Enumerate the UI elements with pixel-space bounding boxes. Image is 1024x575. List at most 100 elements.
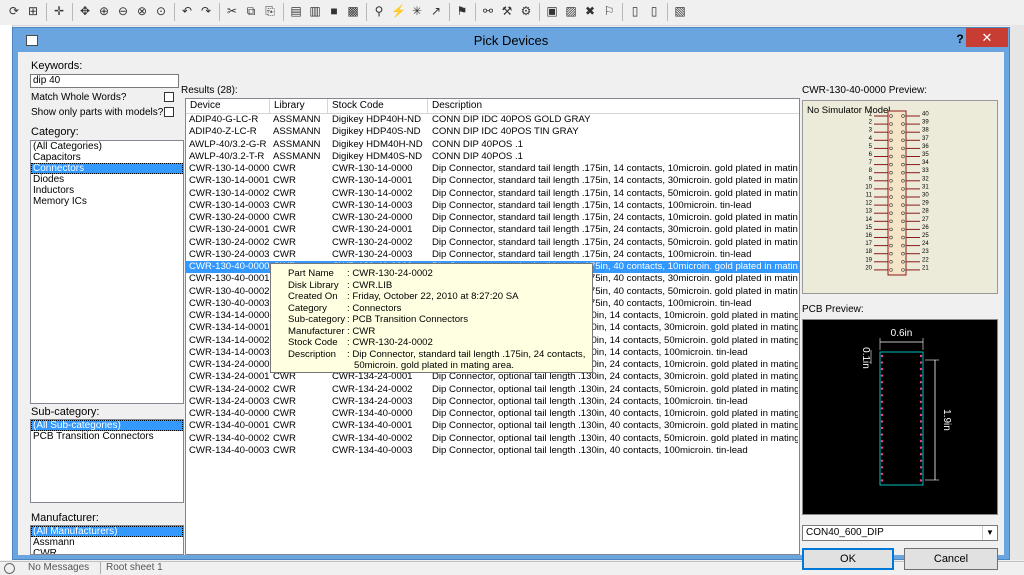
- toolbar-tool-icon[interactable]: ✥: [77, 3, 93, 19]
- toolbar-tool-icon[interactable]: ▩: [345, 3, 361, 19]
- library-cell: CWR: [273, 408, 296, 419]
- toolbar-tool-icon[interactable]: ⚯: [480, 3, 496, 19]
- toolbar-tool-icon[interactable]: ⊗: [134, 3, 150, 19]
- pin-number: 19: [865, 257, 872, 263]
- pad: [880, 361, 884, 364]
- category-list[interactable]: (All Categories) Capacitors Connectors Diod…: [30, 140, 184, 404]
- stock-code-cell: CWR-130-24-0000: [332, 212, 413, 223]
- subcategory-item[interactable]: (All Sub-categories): [31, 420, 183, 431]
- manufacturer-item[interactable]: Assmann: [31, 537, 183, 548]
- package-select[interactable]: CON40_600_DIP ▼: [802, 525, 998, 541]
- ok-button[interactable]: OK: [802, 548, 894, 570]
- manufacturer-list[interactable]: (All Manufacturers) Assmann CWR: [30, 525, 184, 555]
- table-row[interactable]: CWR-130-14-0000 CWR CWR-130-14-0000 Dip Con…: [186, 163, 799, 175]
- toolbar-tool-icon[interactable]: ⊖: [115, 3, 131, 19]
- subcategory-item[interactable]: PCB Transition Connectors: [31, 431, 183, 442]
- toolbar-tool-icon[interactable]: ✳: [409, 3, 425, 19]
- toolbar-tool-icon[interactable]: ⧉: [243, 3, 259, 19]
- toolbar-tool-icon[interactable]: ▣: [544, 3, 560, 19]
- show-models-checkbox[interactable]: [164, 107, 174, 117]
- table-row[interactable]: CWR-134-40-0001 CWR CWR-134-40-0001 Dip Con…: [186, 420, 799, 432]
- toolbar-tool-icon[interactable]: ⚲: [371, 3, 387, 19]
- cancel-button[interactable]: Cancel: [904, 548, 998, 570]
- keywords-input[interactable]: dip 40: [30, 74, 179, 88]
- table-row[interactable]: CWR-134-24-0003 CWR CWR-134-24-0003 Dip Con…: [186, 396, 799, 408]
- table-row[interactable]: CWR-134-40-0000 CWR CWR-134-40-0000 Dip Con…: [186, 408, 799, 420]
- column-library[interactable]: Library: [270, 99, 328, 113]
- status-messages[interactable]: No Messages: [28, 562, 89, 573]
- tooltip-key: Part Name: [288, 268, 334, 279]
- manufacturer-item[interactable]: CWR: [31, 548, 183, 554]
- toolbar-tool-icon[interactable]: ⚐: [601, 3, 617, 19]
- table-row[interactable]: CWR-130-24-0000 CWR CWR-130-24-0000 Dip Con…: [186, 212, 799, 224]
- toolbar-tool-icon[interactable]: ⎘: [262, 3, 278, 19]
- toolbar-tool-icon[interactable]: ⊞: [25, 3, 41, 19]
- pin-number: 5: [869, 144, 873, 150]
- stock-code-cell: CWR-130-24-0002: [332, 236, 413, 248]
- category-item[interactable]: (All Categories): [31, 141, 183, 152]
- pin-number: 12: [865, 201, 872, 207]
- status-sheet[interactable]: Root sheet 1: [106, 562, 163, 573]
- chevron-down-icon[interactable]: ▼: [982, 526, 997, 540]
- toolbar-tool-icon[interactable]: ✂: [224, 3, 240, 19]
- toolbar-tool-icon[interactable]: ▯: [627, 3, 643, 19]
- tooltip-key: Stock Code: [288, 337, 338, 348]
- toolbar-separator: [622, 3, 623, 21]
- table-row[interactable]: CWR-134-24-0002 CWR CWR-134-24-0002 Dip Con…: [186, 384, 799, 396]
- library-cell: CWR: [273, 371, 296, 383]
- pad: [880, 453, 884, 456]
- table-row[interactable]: CWR-130-24-0002 CWR CWR-130-24-0002 Dip Con…: [186, 237, 799, 249]
- table-row[interactable]: CWR-130-14-0003 CWR CWR-130-14-0003 Dip Con…: [186, 200, 799, 212]
- stock-code-cell: Digikey HDM40S-ND: [332, 150, 423, 162]
- table-row[interactable]: CWR-134-40-0002 CWR CWR-134-40-0002 Dip Con…: [186, 433, 799, 445]
- table-row[interactable]: ADIP40-Z-LC-R ASSMANN Digikey HDP40S-ND CON…: [186, 126, 799, 138]
- toolbar-tool-icon[interactable]: ▥: [307, 3, 323, 19]
- toolbar-tool-icon[interactable]: ✖: [582, 3, 598, 19]
- device-cell: CWR-134-24-0000: [189, 359, 270, 370]
- toolbar-tool-icon[interactable]: ↶: [179, 3, 195, 19]
- table-row[interactable]: CWR-134-40-0003 CWR CWR-134-40-0003 Dip Con…: [186, 445, 799, 457]
- toolbar-tool-icon[interactable]: ▤: [288, 3, 304, 19]
- close-button[interactable]: ✕: [966, 28, 1008, 47]
- toolbar-tool-icon[interactable]: ▯: [646, 3, 662, 19]
- toolbar-tool-icon[interactable]: ⚡: [390, 3, 406, 19]
- pad: [880, 413, 884, 417]
- pin-number: 8: [869, 168, 873, 174]
- toolbar-tool-icon[interactable]: ▨: [563, 3, 579, 19]
- manufacturer-item[interactable]: (All Manufacturers): [31, 526, 183, 537]
- table-row[interactable]: CWR-134-24-0001 CWR CWR-134-24-0001 Dip Con…: [186, 371, 799, 383]
- toolbar-tool-icon[interactable]: ⟳: [6, 3, 22, 19]
- pad: [880, 354, 884, 358]
- match-whole-words-checkbox[interactable]: [164, 92, 174, 102]
- toolbar-tool-icon[interactable]: ⚒: [499, 3, 515, 19]
- table-row[interactable]: CWR-130-14-0001 CWR CWR-130-14-0001 Dip Con…: [186, 175, 799, 187]
- table-row[interactable]: AWLP-40/3.2-G-R ASSMANN Digikey HDM40H-ND C…: [186, 139, 799, 151]
- toolbar-tool-icon[interactable]: ⚑: [454, 3, 470, 19]
- tooltip-key: Created On: [288, 291, 338, 302]
- category-item[interactable]: Capacitors: [31, 152, 183, 163]
- toolbar-tool-icon[interactable]: ✛: [51, 3, 67, 19]
- toolbar-tool-icon[interactable]: ▧: [672, 3, 688, 19]
- column-stock-code[interactable]: Stock Code: [328, 99, 428, 113]
- toolbar-tool-icon[interactable]: ⊕: [96, 3, 112, 19]
- table-row[interactable]: CWR-130-14-0002 CWR CWR-130-14-0002 Dip Con…: [186, 188, 799, 200]
- table-row[interactable]: CWR-130-24-0003 CWR CWR-130-24-0003 Dip Con…: [186, 249, 799, 261]
- table-row[interactable]: CWR-130-24-0001 CWR CWR-130-24-0001 Dip Con…: [186, 224, 799, 236]
- category-item[interactable]: Inductors: [31, 185, 183, 196]
- column-device[interactable]: Device: [186, 99, 270, 113]
- library-cell: CWR: [273, 175, 296, 187]
- toolbar-tool-icon[interactable]: ■: [326, 3, 342, 19]
- toolbar-tool-icon[interactable]: ↗: [428, 3, 444, 19]
- toolbar-tool-icon[interactable]: ⚙: [518, 3, 534, 19]
- table-row[interactable]: ADIP40-G-LC-R ASSMANN Digikey HDP40H-ND CON…: [186, 114, 799, 126]
- pad: [919, 433, 923, 436]
- category-item[interactable]: Memory ICs: [31, 196, 183, 207]
- column-description[interactable]: Description: [428, 99, 799, 113]
- table-row[interactable]: AWLP-40/3.2-T-R ASSMANN Digikey HDM40S-ND C…: [186, 151, 799, 163]
- category-item[interactable]: Connectors: [31, 163, 183, 174]
- description-cell: Dip Connector, standard tail length .175…: [432, 187, 798, 199]
- toolbar-tool-icon[interactable]: ↷: [198, 3, 214, 19]
- subcategory-list[interactable]: (All Sub-categories) PCB Transition Conne…: [30, 419, 184, 503]
- toolbar-tool-icon[interactable]: ⊙: [153, 3, 169, 19]
- category-item[interactable]: Diodes: [31, 174, 183, 185]
